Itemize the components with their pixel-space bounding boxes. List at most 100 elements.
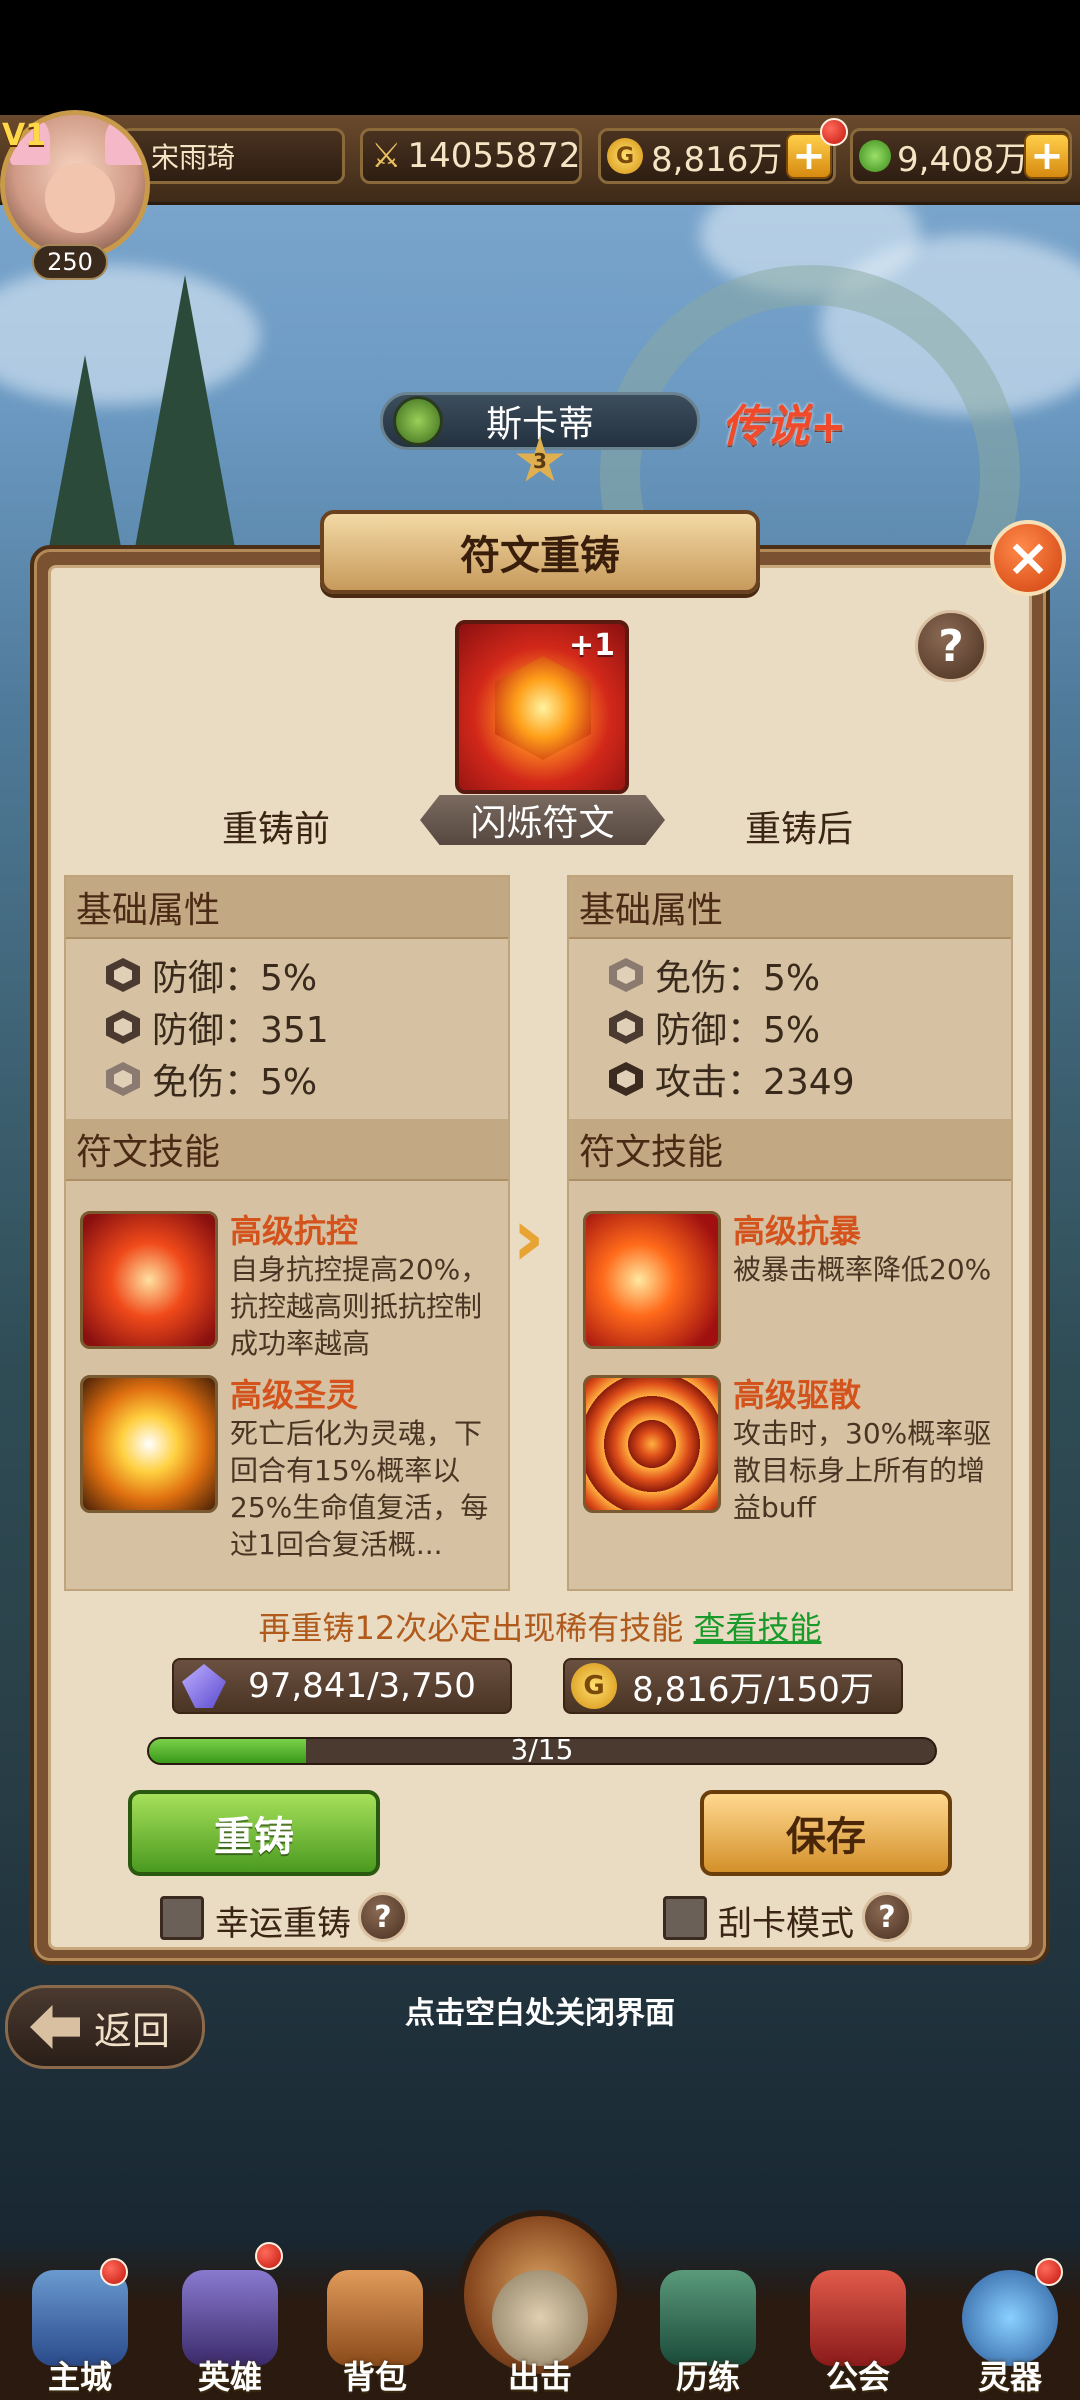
- crystal-cost-value: 97,841/3,750: [248, 1666, 476, 1706]
- nav-item-sortie[interactable]: 出击: [475, 2262, 605, 2398]
- skill-desc: 死亡后化为灵魂，下回合有15%概率以25%生命值复活，每过1回合复活概...: [230, 1417, 489, 1561]
- rune-icon: +1: [455, 620, 629, 794]
- player-level: 250: [32, 244, 108, 280]
- skill-header: 符文技能: [569, 1119, 1011, 1181]
- skill-desc: 攻击时，30%概率驱散目标身上所有的增益buff: [733, 1417, 992, 1524]
- damage-reduction-icon: [609, 958, 643, 992]
- basic-attr-header: 基础属性: [66, 877, 508, 939]
- before-label: 重铸前: [222, 809, 331, 850]
- potion-value: 9,408万: [897, 139, 1029, 180]
- dispel-skill-icon: [583, 1375, 721, 1513]
- dialog-title: 符文重铸: [320, 510, 760, 594]
- nav-label: 历练: [675, 2358, 740, 2396]
- anti-control-skill-icon: [80, 1211, 218, 1349]
- lucky-recast-checkbox[interactable]: [160, 1896, 204, 1940]
- potion-icon: [859, 140, 891, 172]
- save-label: 保存: [786, 1814, 866, 1860]
- skill-name: 高级抗控: [230, 1212, 359, 1250]
- basic-attr-header: 基础属性: [569, 877, 1011, 939]
- power-counter: ⚔ 14055872: [360, 128, 582, 184]
- cloud: [0, 265, 260, 405]
- attr-row: 防御：5%: [106, 949, 508, 1001]
- gold-cost: G 8,816万/150万: [563, 1658, 903, 1714]
- hint-text: 再重铸12次必定出现稀有技能: [258, 1609, 684, 1647]
- hero-element-icon: [393, 396, 443, 446]
- crossed-swords-icon: ⚔: [371, 136, 402, 176]
- question-icon: ?: [938, 620, 964, 672]
- save-button[interactable]: 保存: [700, 1790, 952, 1876]
- attr-row: 免伤：5%: [609, 949, 1011, 1001]
- close-icon: ×: [1006, 528, 1050, 588]
- nav-item-guild[interactable]: 公会: [793, 2262, 923, 2398]
- dialog-title-text: 符文重铸: [460, 533, 620, 579]
- skill-name: 高级驱散: [733, 1376, 862, 1414]
- skill-desc: 自身抗控提高20%，抗控越高则抵抗控制成功率越高: [230, 1253, 489, 1360]
- progress-text: 3/15: [510, 1733, 574, 1766]
- skill-item[interactable]: 高级驱散 攻击时，30%概率驱散目标身上所有的增益buff: [569, 1375, 1011, 1526]
- vip-badge: V1: [2, 118, 47, 153]
- nav-item-training[interactable]: 历练: [643, 2262, 773, 2398]
- attr-row: 攻击：2349: [609, 1053, 1011, 1105]
- attr-text: 防御：351: [152, 1010, 329, 1051]
- skill-name: 高级抗暴: [733, 1212, 862, 1250]
- help-button[interactable]: ?: [915, 610, 987, 682]
- attr-text: 防御：5%: [152, 958, 318, 999]
- nav-label: 灵器: [977, 2358, 1042, 2396]
- notification-dot: [100, 2258, 128, 2286]
- attack-icon: [609, 1062, 643, 1096]
- scratch-mode-checkbox[interactable]: [663, 1896, 707, 1940]
- skill-name: 高级圣灵: [230, 1376, 359, 1414]
- skill-item[interactable]: 高级圣灵 死亡后化为灵魂，下回合有15%概率以25%生命值复活，每过1回合复活概.…: [66, 1375, 508, 1563]
- after-column: 基础属性 免伤：5% 防御：5% 攻击：2349 符文技能 高级抗暴 被暴击概率降…: [567, 875, 1013, 1591]
- before-column: 基础属性 防御：5% 防御：351 免伤：5% 符文技能 高级抗控 自身抗控提高2…: [64, 875, 510, 1591]
- skill-item[interactable]: 高级抗控 自身抗控提高20%，抗控越高则抵抗控制成功率越高: [66, 1181, 508, 1375]
- question-icon: ?: [878, 1899, 896, 1935]
- attr-list: 防御：5% 防御：351 免伤：5%: [66, 939, 508, 1119]
- nav-label: 出击: [507, 2358, 572, 2396]
- player-name-plate: 宋雨琦: [120, 128, 345, 184]
- damage-reduction-icon: [106, 1062, 140, 1096]
- skill-header: 符文技能: [66, 1119, 508, 1181]
- rune-level-badge: +1: [568, 628, 615, 663]
- lucky-recast-label: 幸运重铸: [215, 1904, 351, 1944]
- nav-label: 公会: [825, 2358, 890, 2396]
- after-label: 重铸后: [745, 809, 854, 850]
- add-potion-button[interactable]: +: [1024, 133, 1070, 179]
- gold-coin-icon: G: [571, 1663, 617, 1709]
- scratch-mode-label: 刮卡模式: [718, 1904, 854, 1944]
- question-icon: ?: [374, 1899, 392, 1935]
- rune-name-text: 闪烁符文: [470, 803, 615, 844]
- crystal-icon: [182, 1664, 226, 1708]
- view-skills-link[interactable]: 查看技能: [693, 1609, 821, 1647]
- nav-item-main-city[interactable]: 主城: [15, 2262, 145, 2398]
- close-button[interactable]: ×: [990, 520, 1066, 596]
- attr-row: 免伤：5%: [106, 1053, 508, 1105]
- nav-item-bag[interactable]: 背包: [310, 2262, 440, 2398]
- player-name: 宋雨琦: [151, 141, 236, 174]
- notification-dot: [820, 118, 848, 146]
- rune-name: 闪烁符文: [420, 795, 665, 845]
- scratch-help-button[interactable]: ?: [862, 1892, 912, 1942]
- attr-text: 免伤：5%: [655, 958, 821, 999]
- attr-row: 防御：5%: [609, 1001, 1011, 1053]
- attr-text: 免伤：5%: [152, 1062, 318, 1103]
- tap-to-close-hint: 点击空白处关闭界面: [405, 1996, 675, 2031]
- nav-item-heroes[interactable]: 英雄: [165, 2262, 295, 2398]
- skill-item[interactable]: 高级抗暴 被暴击概率降低20%: [569, 1181, 1011, 1375]
- attr-text: 攻击：2349: [655, 1062, 855, 1103]
- chevron-right-icon: ›: [512, 1191, 545, 1284]
- back-label: 返回: [94, 2008, 171, 2053]
- gold-value: 8,816万: [651, 139, 783, 180]
- recast-hint: 再重铸12次必定出现稀有技能 查看技能: [48, 1603, 1032, 1649]
- lucky-help-button[interactable]: ?: [358, 1892, 408, 1942]
- nav-label: 主城: [47, 2358, 112, 2396]
- crystal-cost: 97,841/3,750: [172, 1658, 512, 1714]
- nav-label: 背包: [342, 2358, 407, 2396]
- recast-button[interactable]: 重铸: [128, 1790, 380, 1876]
- back-button[interactable]: 返回: [5, 1985, 205, 2069]
- back-arrow-icon: [30, 2005, 80, 2049]
- recast-label: 重铸: [214, 1814, 294, 1860]
- attr-list: 免伤：5% 防御：5% 攻击：2349: [569, 939, 1011, 1119]
- defense-icon: [609, 1010, 643, 1044]
- gold-cost-value: 8,816万/150万: [632, 1669, 874, 1710]
